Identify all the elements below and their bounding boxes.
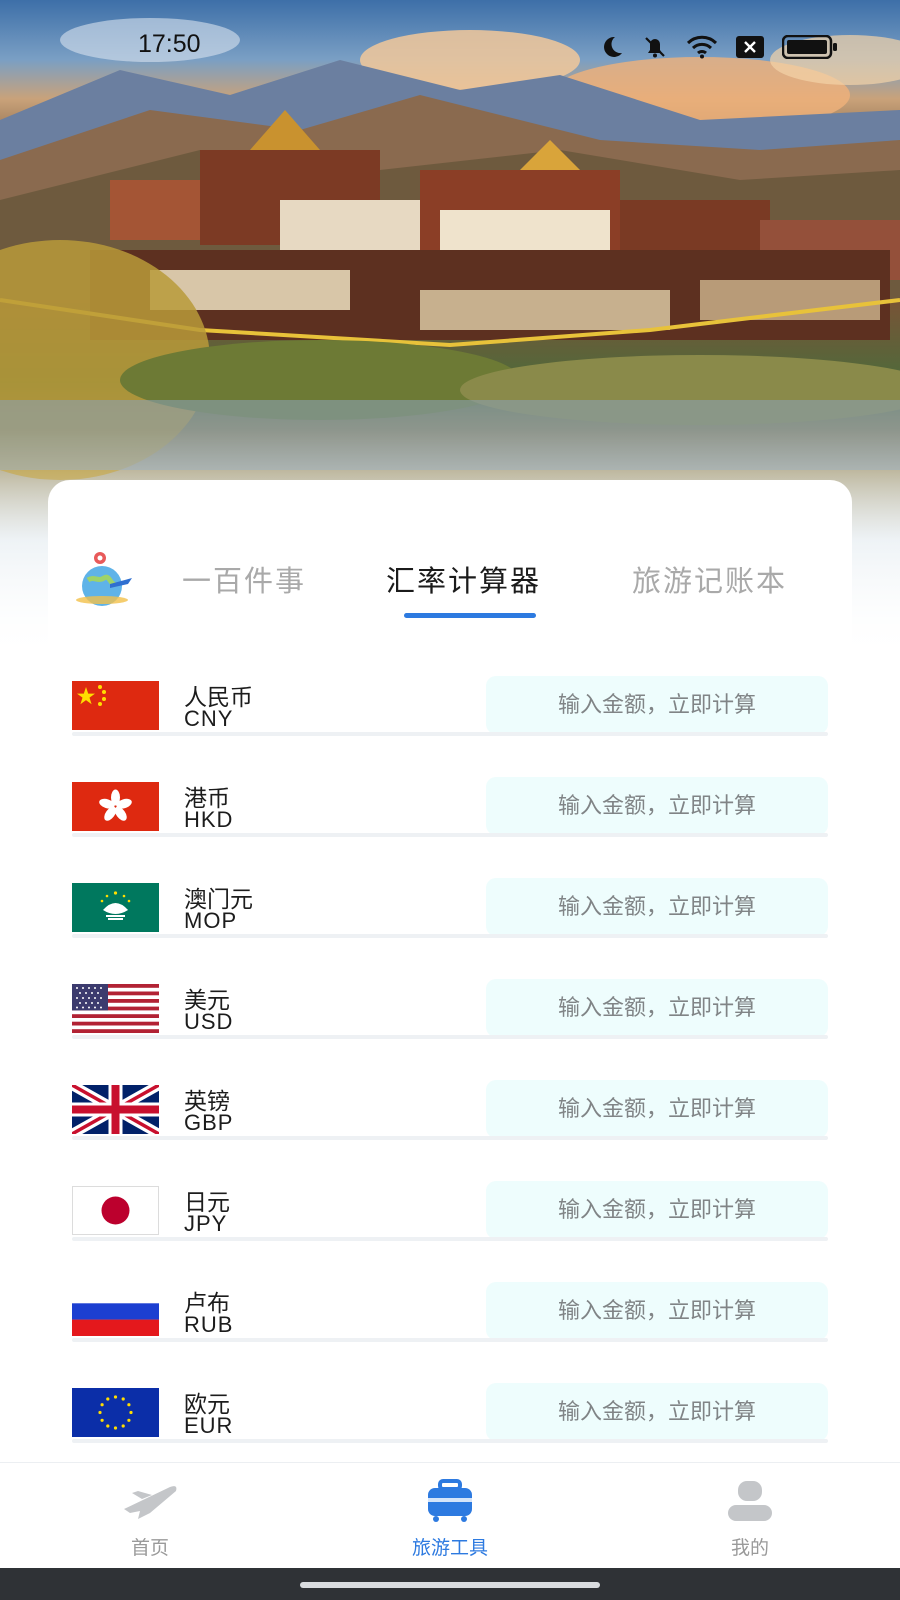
amount-input-jpy[interactable] [486, 1181, 828, 1239]
moon-icon [600, 35, 624, 63]
currency-row-jpy: 日元 JPY [72, 1165, 828, 1265]
home-indicator[interactable] [300, 1582, 600, 1588]
currency-code: RUB [184, 1312, 234, 1337]
usa-flag-icon [72, 984, 159, 1033]
sim-off-icon [736, 36, 764, 62]
airplane-icon [120, 1479, 180, 1523]
amount-input-eur[interactable] [486, 1383, 828, 1441]
china-flag-icon [72, 681, 159, 730]
currency-code: USD [184, 1009, 234, 1034]
currency-code: CNY [184, 706, 234, 731]
hong-kong-flag-icon [72, 782, 159, 831]
globe-airplane-icon [70, 550, 140, 610]
system-gesture-bar [0, 1568, 900, 1600]
currency-code: JPY [184, 1211, 228, 1236]
currency-row-gbp: 英镑 GBP [72, 1064, 828, 1164]
status-time: 17:50 [138, 30, 201, 58]
uk-flag-icon [72, 1085, 159, 1134]
amount-input-cny[interactable] [486, 676, 828, 734]
status-icons [600, 34, 838, 64]
nav-home-label: 首页 [130, 1537, 169, 1559]
nav-mine-label: 我的 [730, 1537, 769, 1559]
russia-flag-icon [72, 1287, 159, 1336]
row-divider [72, 1439, 828, 1443]
nav-travel-tools-label: 旅游工具 [411, 1537, 488, 1559]
user-icon [720, 1479, 780, 1523]
wifi-icon [686, 35, 718, 63]
tab-hundred-things[interactable]: 一百件事 [182, 558, 306, 600]
suitcase-icon [420, 1479, 480, 1523]
currency-row-rub: 卢布 RUB [72, 1266, 828, 1366]
bell-off-icon [642, 34, 668, 64]
bottom-navigation: 首页 旅游工具 我的 [0, 1462, 900, 1568]
row-divider [72, 732, 828, 736]
amount-input-mop[interactable] [486, 878, 828, 936]
currency-row-cny: 人民币 CNY [72, 660, 828, 760]
currency-row-mop: 澳门元 MOP [72, 862, 828, 962]
row-divider [72, 934, 828, 938]
macau-flag-icon [72, 883, 159, 932]
nav-travel-tools[interactable]: 旅游工具 [370, 1463, 530, 1569]
row-divider [72, 1136, 828, 1140]
row-divider [72, 1035, 828, 1039]
nav-home[interactable]: 首页 [70, 1463, 230, 1569]
amount-input-hkd[interactable] [486, 777, 828, 835]
currency-row-hkd: 港币 HKD [72, 761, 828, 861]
currency-row-usd: 美元 USD [72, 963, 828, 1063]
row-divider [72, 833, 828, 837]
currency-code: EUR [184, 1413, 234, 1438]
tab-exchange-calculator[interactable]: 汇率计算器 [386, 558, 541, 600]
status-bar: 17:50 [0, 0, 900, 96]
currency-code: GBP [184, 1110, 234, 1135]
amount-input-gbp[interactable] [486, 1080, 828, 1138]
japan-flag-icon [72, 1186, 159, 1235]
amount-input-usd[interactable] [486, 979, 828, 1037]
currency-row-eur: 欧元 EUR [72, 1367, 828, 1467]
battery-icon [781, 34, 838, 63]
tab-card: 一百件事 汇率计算器 旅游记账本 [48, 480, 852, 670]
amount-input-rub[interactable] [486, 1282, 828, 1340]
active-tab-indicator [404, 613, 536, 618]
tab-travel-ledger[interactable]: 旅游记账本 [632, 558, 787, 600]
currency-code: MOP [184, 908, 238, 933]
eu-flag-icon [72, 1388, 159, 1437]
row-divider [72, 1237, 828, 1241]
row-divider [72, 1338, 828, 1342]
currency-code: HKD [184, 807, 234, 832]
nav-mine[interactable]: 我的 [670, 1463, 830, 1569]
